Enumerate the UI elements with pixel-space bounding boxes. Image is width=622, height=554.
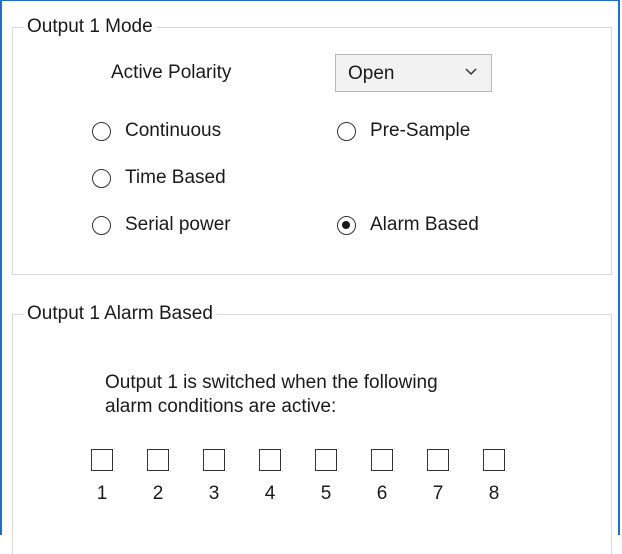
radio-button-selected-icon[interactable] xyxy=(337,215,356,235)
radio-button-icon[interactable] xyxy=(92,168,111,188)
alarm-checkbox-2[interactable] xyxy=(147,449,169,471)
alarm-checkbox-1[interactable] xyxy=(91,449,113,471)
alarm-checkbox-6[interactable] xyxy=(371,449,393,471)
output-mode-title: Output 1 Mode xyxy=(23,16,157,38)
radio-time-based-label: Time Based xyxy=(125,167,226,188)
alarm-checkbox-7-label: 7 xyxy=(432,483,444,504)
alarm-checkbox-4[interactable] xyxy=(259,449,281,471)
radio-alarm-based-label: Alarm Based xyxy=(370,214,479,235)
output-mode-group: Output 1 Mode Active Polarity Open Conti… xyxy=(12,16,612,275)
alarm-checkbox-8[interactable] xyxy=(483,449,505,471)
alarm-description: Output 1 is switched when the following … xyxy=(105,371,525,419)
alarm-checkbox-5[interactable] xyxy=(315,449,337,471)
alarm-checkbox-2-label: 2 xyxy=(152,483,164,504)
alarm-checkbox-6-label: 6 xyxy=(376,483,388,504)
alarm-description-line-1: Output 1 is switched when the following xyxy=(105,372,438,393)
alarm-checkbox-1-label: 1 xyxy=(96,483,108,504)
radio-continuous[interactable]: Continuous xyxy=(92,120,221,142)
radio-button-icon[interactable] xyxy=(92,215,111,235)
alarm-based-group: Output 1 Alarm Based Output 1 is switche… xyxy=(12,303,612,554)
alarm-checkbox-7[interactable] xyxy=(427,449,449,471)
radio-button-icon[interactable] xyxy=(337,121,356,141)
alarm-checkbox-8-label: 8 xyxy=(488,483,500,504)
alarm-checkbox-3[interactable] xyxy=(203,449,225,471)
alarm-description-line-2: alarm conditions are active: xyxy=(105,396,337,417)
chevron-down-icon xyxy=(465,68,477,76)
active-polarity-label: Active Polarity xyxy=(111,62,232,83)
radio-button-icon[interactable] xyxy=(92,121,111,141)
radio-time-based[interactable]: Time Based xyxy=(92,167,226,189)
radio-pre-sample-label: Pre-Sample xyxy=(370,120,471,141)
radio-serial-power-label: Serial power xyxy=(125,214,231,235)
alarm-checkbox-4-label: 4 xyxy=(264,483,276,504)
active-polarity-value: Open xyxy=(348,63,395,84)
radio-serial-power[interactable]: Serial power xyxy=(92,214,231,236)
radio-continuous-label: Continuous xyxy=(125,120,222,141)
radio-pre-sample[interactable]: Pre-Sample xyxy=(337,120,470,142)
alarm-checkbox-3-label: 3 xyxy=(208,483,220,504)
radio-alarm-based[interactable]: Alarm Based xyxy=(337,214,479,236)
alarm-checkbox-5-label: 5 xyxy=(320,483,332,504)
active-polarity-dropdown[interactable]: Open xyxy=(335,54,492,92)
dialog-panel: Output 1 Mode Active Polarity Open Conti… xyxy=(0,0,620,554)
alarm-based-title: Output 1 Alarm Based xyxy=(23,303,217,325)
